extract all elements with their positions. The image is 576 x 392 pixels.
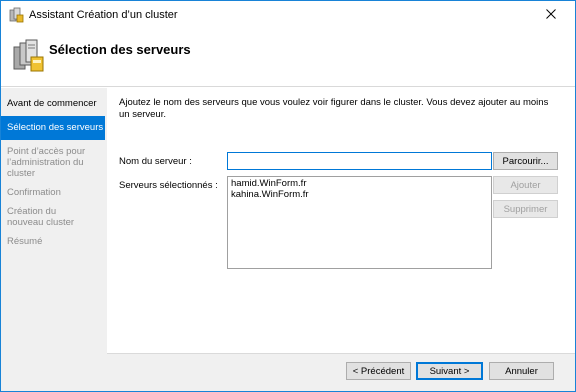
step-access-point: Point d’accès pour l’administration du c… bbox=[7, 146, 86, 179]
next-button[interactable]: Suivant > bbox=[416, 362, 483, 380]
list-item[interactable]: kahina.WinForm.fr bbox=[231, 189, 488, 201]
step-before-you-begin[interactable]: Avant de commencer bbox=[1, 98, 105, 109]
list-item[interactable]: hamid.WinForm.fr bbox=[231, 178, 488, 190]
remove-button[interactable]: Supprimer bbox=[493, 200, 558, 218]
step-select-servers[interactable]: Sélection des serveurs bbox=[1, 116, 105, 140]
previous-button[interactable]: < Précédent bbox=[346, 362, 411, 380]
server-name-label: Nom du serveur : bbox=[119, 156, 192, 167]
wizard-footer: < Précédent Suivant > Annuler bbox=[107, 354, 575, 391]
wizard-steps-sidebar: Avant de commencer Sélection des serveur… bbox=[1, 88, 107, 391]
servers-icon bbox=[11, 39, 45, 73]
step-create-cluster: Création du nouveau cluster bbox=[7, 206, 75, 228]
intro-text: Ajoutez le nom des serveurs que vous vou… bbox=[119, 97, 549, 120]
step-confirmation: Confirmation bbox=[7, 187, 61, 198]
wizard-window: Assistant Création d’un cluster Sélectio… bbox=[0, 0, 576, 392]
close-button[interactable] bbox=[531, 3, 571, 25]
cluster-app-icon bbox=[8, 7, 24, 23]
selected-servers-label: Serveurs sélectionnés : bbox=[119, 180, 218, 191]
browse-button[interactable]: Parcourir... bbox=[493, 152, 558, 170]
selected-servers-list[interactable]: hamid.WinForm.fr kahina.WinForm.fr bbox=[227, 176, 492, 269]
server-name-input[interactable] bbox=[227, 152, 492, 170]
main-content: Ajoutez le nom des serveurs que vous vou… bbox=[107, 88, 575, 353]
window-title: Assistant Création d’un cluster bbox=[29, 9, 178, 21]
cancel-button[interactable]: Annuler bbox=[489, 362, 554, 380]
step-summary: Résumé bbox=[7, 236, 43, 247]
close-icon bbox=[546, 9, 556, 19]
page-title: Sélection des serveurs bbox=[49, 42, 191, 57]
add-button[interactable]: Ajouter bbox=[493, 176, 558, 194]
wizard-header: Sélection des serveurs bbox=[1, 29, 575, 87]
title-bar[interactable]: Assistant Création d’un cluster bbox=[1, 1, 575, 29]
